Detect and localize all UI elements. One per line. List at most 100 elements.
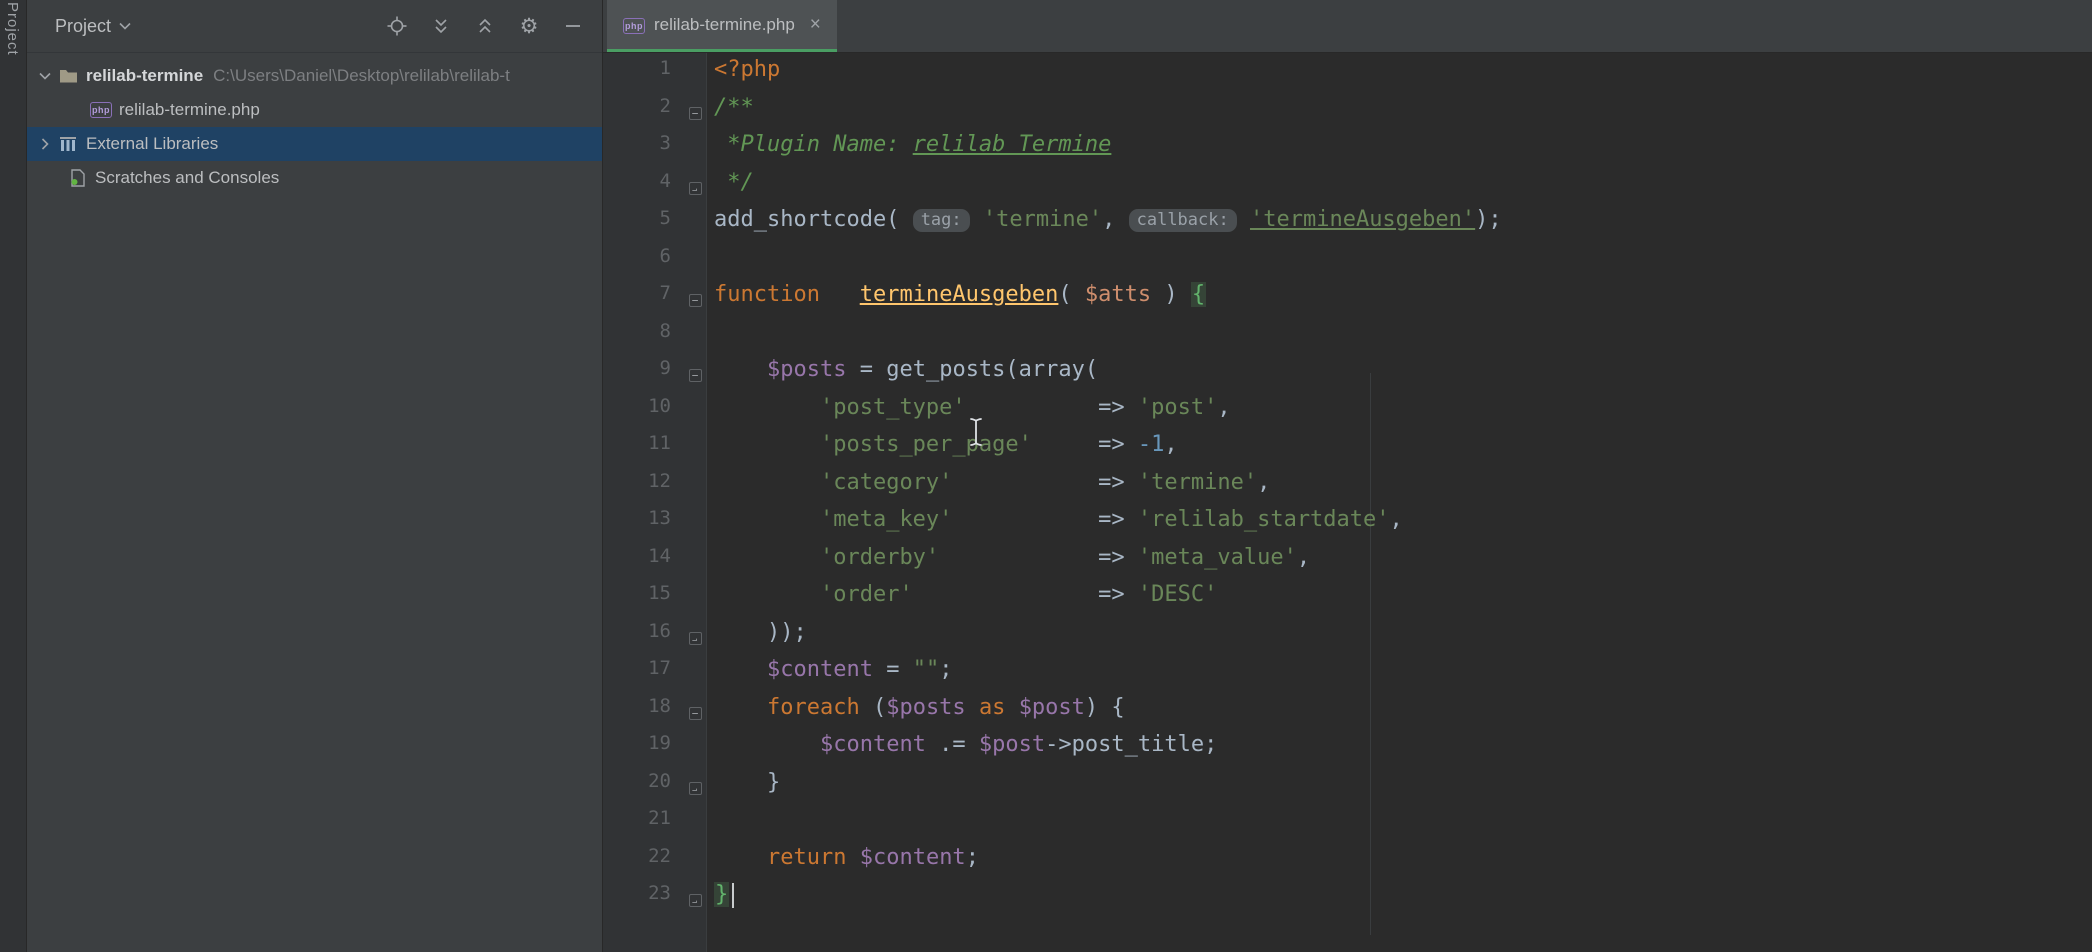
locate-file-icon[interactable] [382,11,412,41]
line-number[interactable]: 8 [603,320,683,358]
tree-item-scratches-consoles[interactable]: Scratches and Consoles [27,161,602,195]
code-token: get_posts(array( [886,357,1098,382]
code-line[interactable]: 6 [603,245,2092,283]
line-number[interactable]: 18 [603,695,683,733]
line-number[interactable]: 21 [603,807,683,845]
tree-item-relilab-termine-folder[interactable]: relilab-termine C:\Users\Daniel\Desktop\… [27,59,602,93]
line-number[interactable]: 4 [603,170,683,208]
code-line[interactable]: 18− foreach ($posts as $post) { [603,695,2092,733]
line-number[interactable]: 11 [603,432,683,470]
code-text: 'orderby' => 'meta_value', [707,545,1310,583]
code-token: 'termineAusgeben' [1250,207,1475,232]
chevron-down-icon[interactable] [119,17,131,35]
code-line[interactable]: 8 [603,320,2092,358]
code-token: { [1191,282,1206,307]
code-line[interactable]: 5add_shortcode( tag: 'termine', callback… [603,207,2092,245]
fold-marker-icon[interactable]: − [683,695,707,733]
fold-marker-icon[interactable]: ⌐ [683,620,707,658]
code-text: *Plugin Name: relilab Termine [707,132,1111,170]
code-line[interactable]: 22 return $content; [603,845,2092,883]
code-line[interactable]: 7−function termineAusgeben( $atts ) { [603,282,2092,320]
tree-item-relilab-termine-php[interactable]: php relilab-termine.php [27,93,602,127]
tree-item-label: External Libraries [86,134,218,154]
code-token: 'post' [1138,395,1217,420]
project-panel-title[interactable]: Project [55,16,111,37]
code-text: return $content; [707,845,979,883]
code-token: $content [820,732,926,757]
tab-close-icon[interactable]: × [810,14,821,36]
fold-column [683,207,707,245]
fold-marker-icon[interactable]: − [683,357,707,395]
code-region[interactable]: 1<?php2−/**3 *Plugin Name: relilab Termi… [603,53,2092,952]
code-line[interactable]: 16⌐ )); [603,620,2092,658]
fold-marker-icon[interactable]: − [683,282,707,320]
code-token [714,545,820,570]
line-number[interactable]: 15 [603,582,683,620]
line-number[interactable]: 6 [603,245,683,283]
code-token: .= [926,732,979,757]
code-line[interactable]: 20⌐ } [603,770,2092,808]
code-token: return [767,845,846,870]
project-stripe-button[interactable]: Project [4,2,21,56]
code-text: } [707,882,734,920]
code-line[interactable]: 11 'posts_per_page' => -1, [603,432,2092,470]
settings-gear-icon[interactable]: ⚙ [514,11,544,41]
hide-panel-icon[interactable] [558,11,588,41]
code-line[interactable]: 9− $posts = get_posts(array( [603,357,2092,395]
code-token: => [1098,582,1138,607]
fold-marker-icon[interactable]: ⌐ [683,770,707,808]
collapse-all-icon[interactable] [470,11,500,41]
code-area[interactable]: 1<?php2−/**3 *Plugin Name: relilab Termi… [603,53,2092,920]
code-token [714,470,820,495]
code-token: 'orderby' [820,545,939,570]
line-number[interactable]: 14 [603,545,683,583]
code-line[interactable]: 10 'post_type' => 'post', [603,395,2092,433]
tab-relilab-termine-php[interactable]: php relilab-termine.php × [607,0,837,52]
code-line[interactable]: 21 [603,807,2092,845]
chevron-right-icon[interactable] [37,138,53,150]
code-text [707,245,714,283]
code-token: /** [714,95,754,120]
expand-all-icon[interactable] [426,11,456,41]
chevron-down-icon[interactable] [37,72,53,80]
line-number[interactable]: 22 [603,845,683,883]
code-token [952,507,1098,532]
line-number[interactable]: 10 [603,395,683,433]
line-number[interactable]: 20 [603,770,683,808]
code-line[interactable]: 23⌐} [603,882,2092,920]
code-line[interactable]: 3 *Plugin Name: relilab Termine [603,132,2092,170]
line-number[interactable]: 5 [603,207,683,245]
line-number[interactable]: 3 [603,132,683,170]
code-line[interactable]: 2−/** [603,95,2092,133]
code-line[interactable]: 1<?php [603,57,2092,95]
code-line[interactable]: 14 'orderby' => 'meta_value', [603,545,2092,583]
code-line[interactable]: 12 'category' => 'termine', [603,470,2092,508]
code-token [952,470,1098,495]
code-line[interactable]: 19 $content .= $post->post_title; [603,732,2092,770]
code-token: , [1164,432,1177,457]
fold-marker-icon[interactable]: ⌐ [683,882,707,920]
line-number[interactable]: 7 [603,282,683,320]
tree-item-external-libraries[interactable]: External Libraries [27,127,602,161]
code-token: 'meta_key' [820,507,952,532]
code-line[interactable]: 17 $content = ""; [603,657,2092,695]
tree-item-path: C:\Users\Daniel\Desktop\relilab\relilab-… [213,66,510,86]
code-token: relilab Termine [913,132,1112,157]
code-token: 'category' [820,470,952,495]
fold-marker-icon[interactable]: − [683,95,707,133]
code-token: 'post_type' [820,395,966,420]
line-number[interactable]: 13 [603,507,683,545]
code-line[interactable]: 15 'order' => 'DESC' [603,582,2092,620]
line-number[interactable]: 9 [603,357,683,395]
line-number[interactable]: 17 [603,657,683,695]
line-number[interactable]: 23 [603,882,683,920]
line-number[interactable]: 16 [603,620,683,658]
code-line[interactable]: 13 'meta_key' => 'relilab_startdate', [603,507,2092,545]
line-number[interactable]: 1 [603,57,683,95]
line-number[interactable]: 19 [603,732,683,770]
fold-marker-icon[interactable]: ⌐ [683,170,707,208]
code-token [714,432,820,457]
line-number[interactable]: 12 [603,470,683,508]
line-number[interactable]: 2 [603,95,683,133]
code-line[interactable]: 4⌐ */ [603,170,2092,208]
